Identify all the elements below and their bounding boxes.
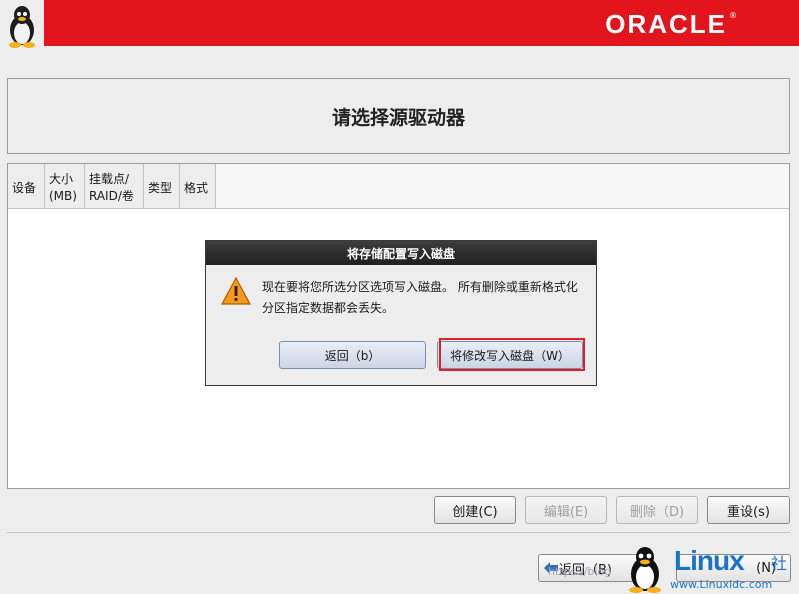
highlight-box (439, 338, 585, 371)
table-header: 设备 大小 (MB) 挂载点/ RAID/卷 类型 格式 (8, 164, 216, 209)
column-header-type[interactable]: 类型 (144, 164, 180, 208)
oracle-logo: ORACLE (605, 9, 727, 39)
warning-icon (221, 277, 251, 305)
registered-mark: ® (729, 11, 737, 20)
edit-button[interactable]: 编辑(E) (525, 496, 607, 524)
delete-button[interactable]: 删除（D) (616, 496, 698, 524)
dialog-title: 将存储配置写入磁盘 (206, 241, 596, 265)
tux-logo-icon (9, 6, 35, 48)
column-header-size[interactable]: 大小 (MB) (45, 164, 85, 208)
header-panel: 请选择源驱动器 (7, 78, 790, 154)
table-header-filler (216, 164, 789, 209)
column-header-format[interactable]: 格式 (180, 164, 216, 208)
tux-logo-area (0, 0, 44, 50)
watermark-brand: Linux (674, 545, 745, 576)
column-header-mountpoint[interactable]: 挂载点/ RAID/卷 (85, 164, 144, 208)
dialog-back-button[interactable]: 返回（b） (279, 341, 426, 369)
create-button[interactable]: 创建(C) (434, 496, 516, 524)
csdn-watermark: https://blog (548, 565, 612, 578)
top-banner: ORACLE ® (0, 0, 799, 46)
column-header-device[interactable]: 设备 (8, 164, 45, 208)
watermark-brand-suffix: 社 (771, 554, 788, 573)
separator (7, 532, 790, 533)
page-title: 请选择源驱动器 (331, 107, 465, 129)
watermark-url: www.Linuxidc.com (670, 578, 773, 591)
watermark-tux-icon (629, 547, 661, 593)
dialog-message: 现在要将您所选分区选项写入磁盘。 所有删除或重新格式化分区指定数据都会丢失。 (262, 280, 578, 315)
reset-button[interactable]: 重设(s) (707, 496, 790, 524)
